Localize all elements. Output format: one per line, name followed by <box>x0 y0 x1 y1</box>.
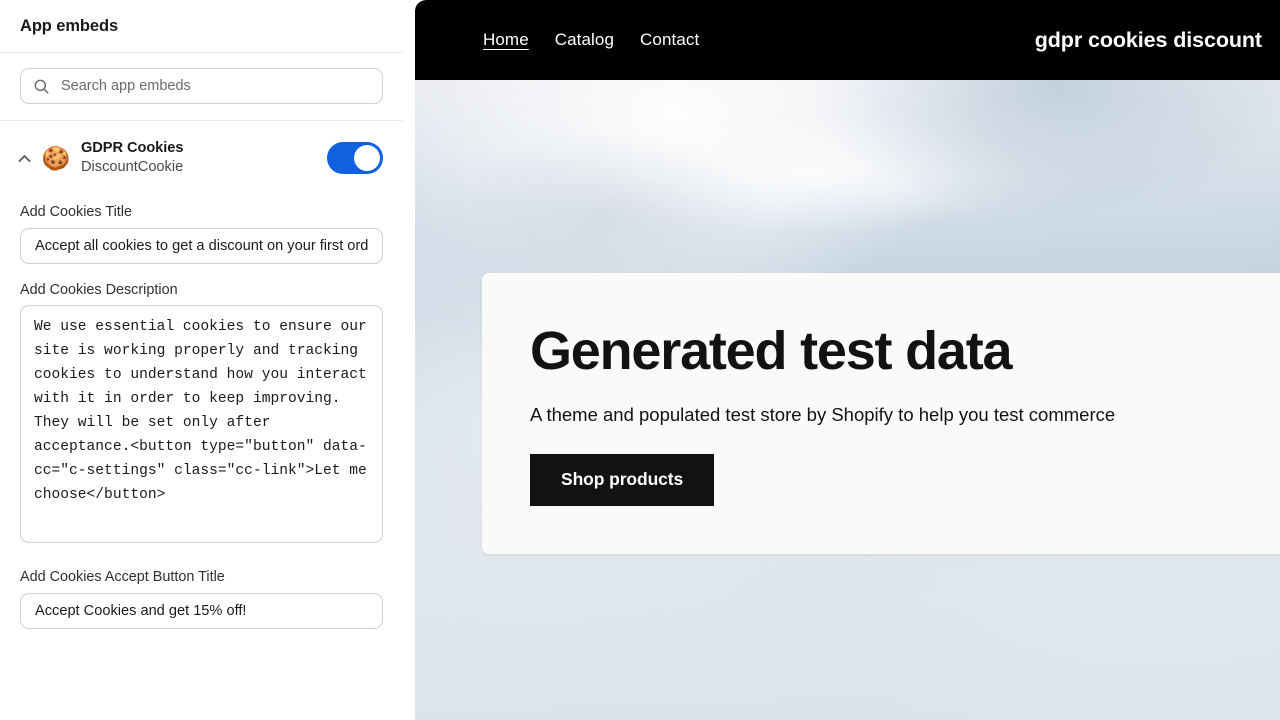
app-embed-name: GDPR Cookies <box>81 140 184 156</box>
nav-link-catalog[interactable]: Catalog <box>555 30 614 50</box>
nav-link-home[interactable]: Home <box>483 30 529 50</box>
field-cookies-description: Add Cookies Description <box>0 281 403 549</box>
field-label: Add Cookies Title <box>20 203 132 220</box>
theme-preview: Home Catalog Contact gdpr cookies discou… <box>415 0 1280 720</box>
hero-heading: Generated test data <box>530 321 1013 381</box>
search-icon <box>33 78 50 95</box>
app-embed-text: GDPR Cookies DiscountCookie <box>81 139 327 178</box>
nav-links: Home Catalog Contact <box>483 30 699 50</box>
sidebar-header: App embeds <box>0 0 403 53</box>
storefront-nav: Home Catalog Contact gdpr cookies discou… <box>415 0 1280 80</box>
app-embeds-sidebar: App embeds 🍪 GDPR Cook <box>0 0 403 720</box>
hero-card: Generated test data A theme and populate… <box>482 273 1280 554</box>
field-label: Add Cookies Description <box>20 281 178 298</box>
search-input[interactable] <box>61 78 370 94</box>
hero-subheading: A theme and populated test store by Shop… <box>530 403 1116 425</box>
cookies-title-input[interactable] <box>20 227 383 264</box>
cookies-description-textarea[interactable] <box>20 305 383 544</box>
nav-link-contact[interactable]: Contact <box>640 30 699 50</box>
page-title: App embeds <box>20 16 119 35</box>
cookie-icon: 🍪 <box>41 144 71 171</box>
store-brand-name: gdpr cookies discount <box>1034 27 1262 52</box>
field-accept-button-title: Add Cookies Accept Button Title <box>0 568 403 630</box>
field-label: Add Cookies Accept Button Title <box>20 569 225 586</box>
search-section <box>0 53 403 121</box>
toggle-knob <box>354 145 380 172</box>
field-cookies-title: Add Cookies Title <box>0 203 403 264</box>
app-embed-toggle[interactable] <box>327 142 383 175</box>
app-embed-row: 🍪 GDPR Cookies DiscountCookie <box>0 121 403 178</box>
chevron-up-icon[interactable] <box>12 146 36 170</box>
accept-button-title-input[interactable] <box>20 593 383 630</box>
shop-products-button[interactable]: Shop products <box>530 453 715 506</box>
app-embeds-editor: App embeds 🍪 GDPR Cook <box>0 0 1280 720</box>
app-embed-subtitle: DiscountCookie <box>81 159 184 176</box>
search-box[interactable] <box>20 68 383 104</box>
